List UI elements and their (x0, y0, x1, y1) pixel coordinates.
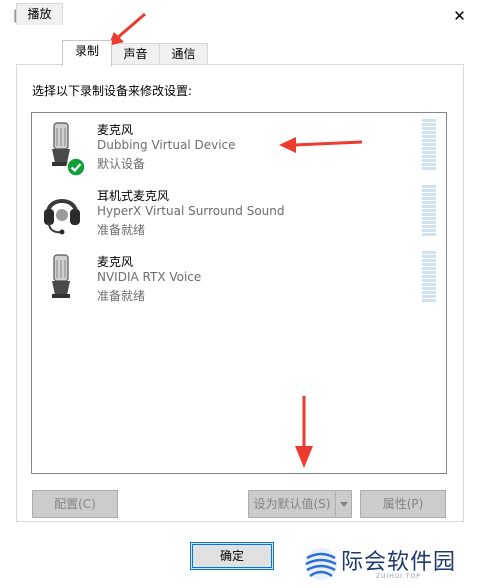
tab-sounds[interactable]: 声音 (111, 43, 160, 65)
list-item[interactable]: 麦克风 NVIDIA RTX Voice 准备就绪 (32, 245, 446, 309)
list-item[interactable]: 麦克风 Dubbing Virtual Device 默认设备 (32, 113, 446, 177)
device-list[interactable]: 麦克风 Dubbing Virtual Device 默认设备 耳机式麦克风 H… (31, 112, 447, 474)
properties-button[interactable]: 属性(P) (360, 490, 446, 518)
list-item[interactable]: 耳机式麦克风 HyperX Virtual Surround Sound 准备就… (32, 179, 446, 243)
close-icon: ✕ (453, 7, 466, 25)
watermark-text: 际会软件园 (341, 550, 457, 575)
globe-logo-icon (305, 548, 337, 580)
watermark: 际会软件园 ZUIHUI.TOP (281, 538, 479, 588)
set-default-dropdown[interactable] (335, 490, 352, 518)
device-status: 准备就绪 (97, 289, 146, 303)
microphone-icon (52, 254, 70, 298)
ok-label: 确定 (219, 549, 244, 563)
device-name: 耳机式麦克风 (97, 189, 170, 203)
watermark-subtext: ZUIHUI.TOP (376, 573, 421, 580)
device-description: HyperX Virtual Surround Sound (97, 204, 285, 218)
level-meter (422, 251, 436, 307)
tab-playback[interactable]: 播放 (16, 3, 63, 25)
tab-recording[interactable]: 录制 (62, 40, 112, 66)
device-description: Dubbing Virtual Device (97, 138, 236, 152)
device-name: 麦克风 (97, 255, 134, 269)
headset-icon (44, 199, 80, 235)
default-check-icon (66, 157, 86, 177)
device-name: 麦克风 (97, 123, 134, 137)
instruction-text: 选择以下录制设备来修改设置: (32, 84, 193, 98)
close-button[interactable]: ✕ (440, 0, 479, 32)
title-bar: 声音 ✕ (0, 0, 479, 32)
level-meter (422, 119, 436, 175)
set-default-button[interactable]: 设为默认值(S) (248, 490, 336, 518)
device-description: NVIDIA RTX Voice (97, 270, 202, 284)
device-status: 准备就绪 (97, 223, 146, 237)
device-status: 默认设备 (97, 157, 146, 171)
ok-button[interactable]: 确定 (190, 542, 274, 570)
tab-communications[interactable]: 通信 (159, 43, 208, 65)
configure-button[interactable]: 配置(C) (32, 490, 118, 518)
level-meter (422, 185, 436, 241)
